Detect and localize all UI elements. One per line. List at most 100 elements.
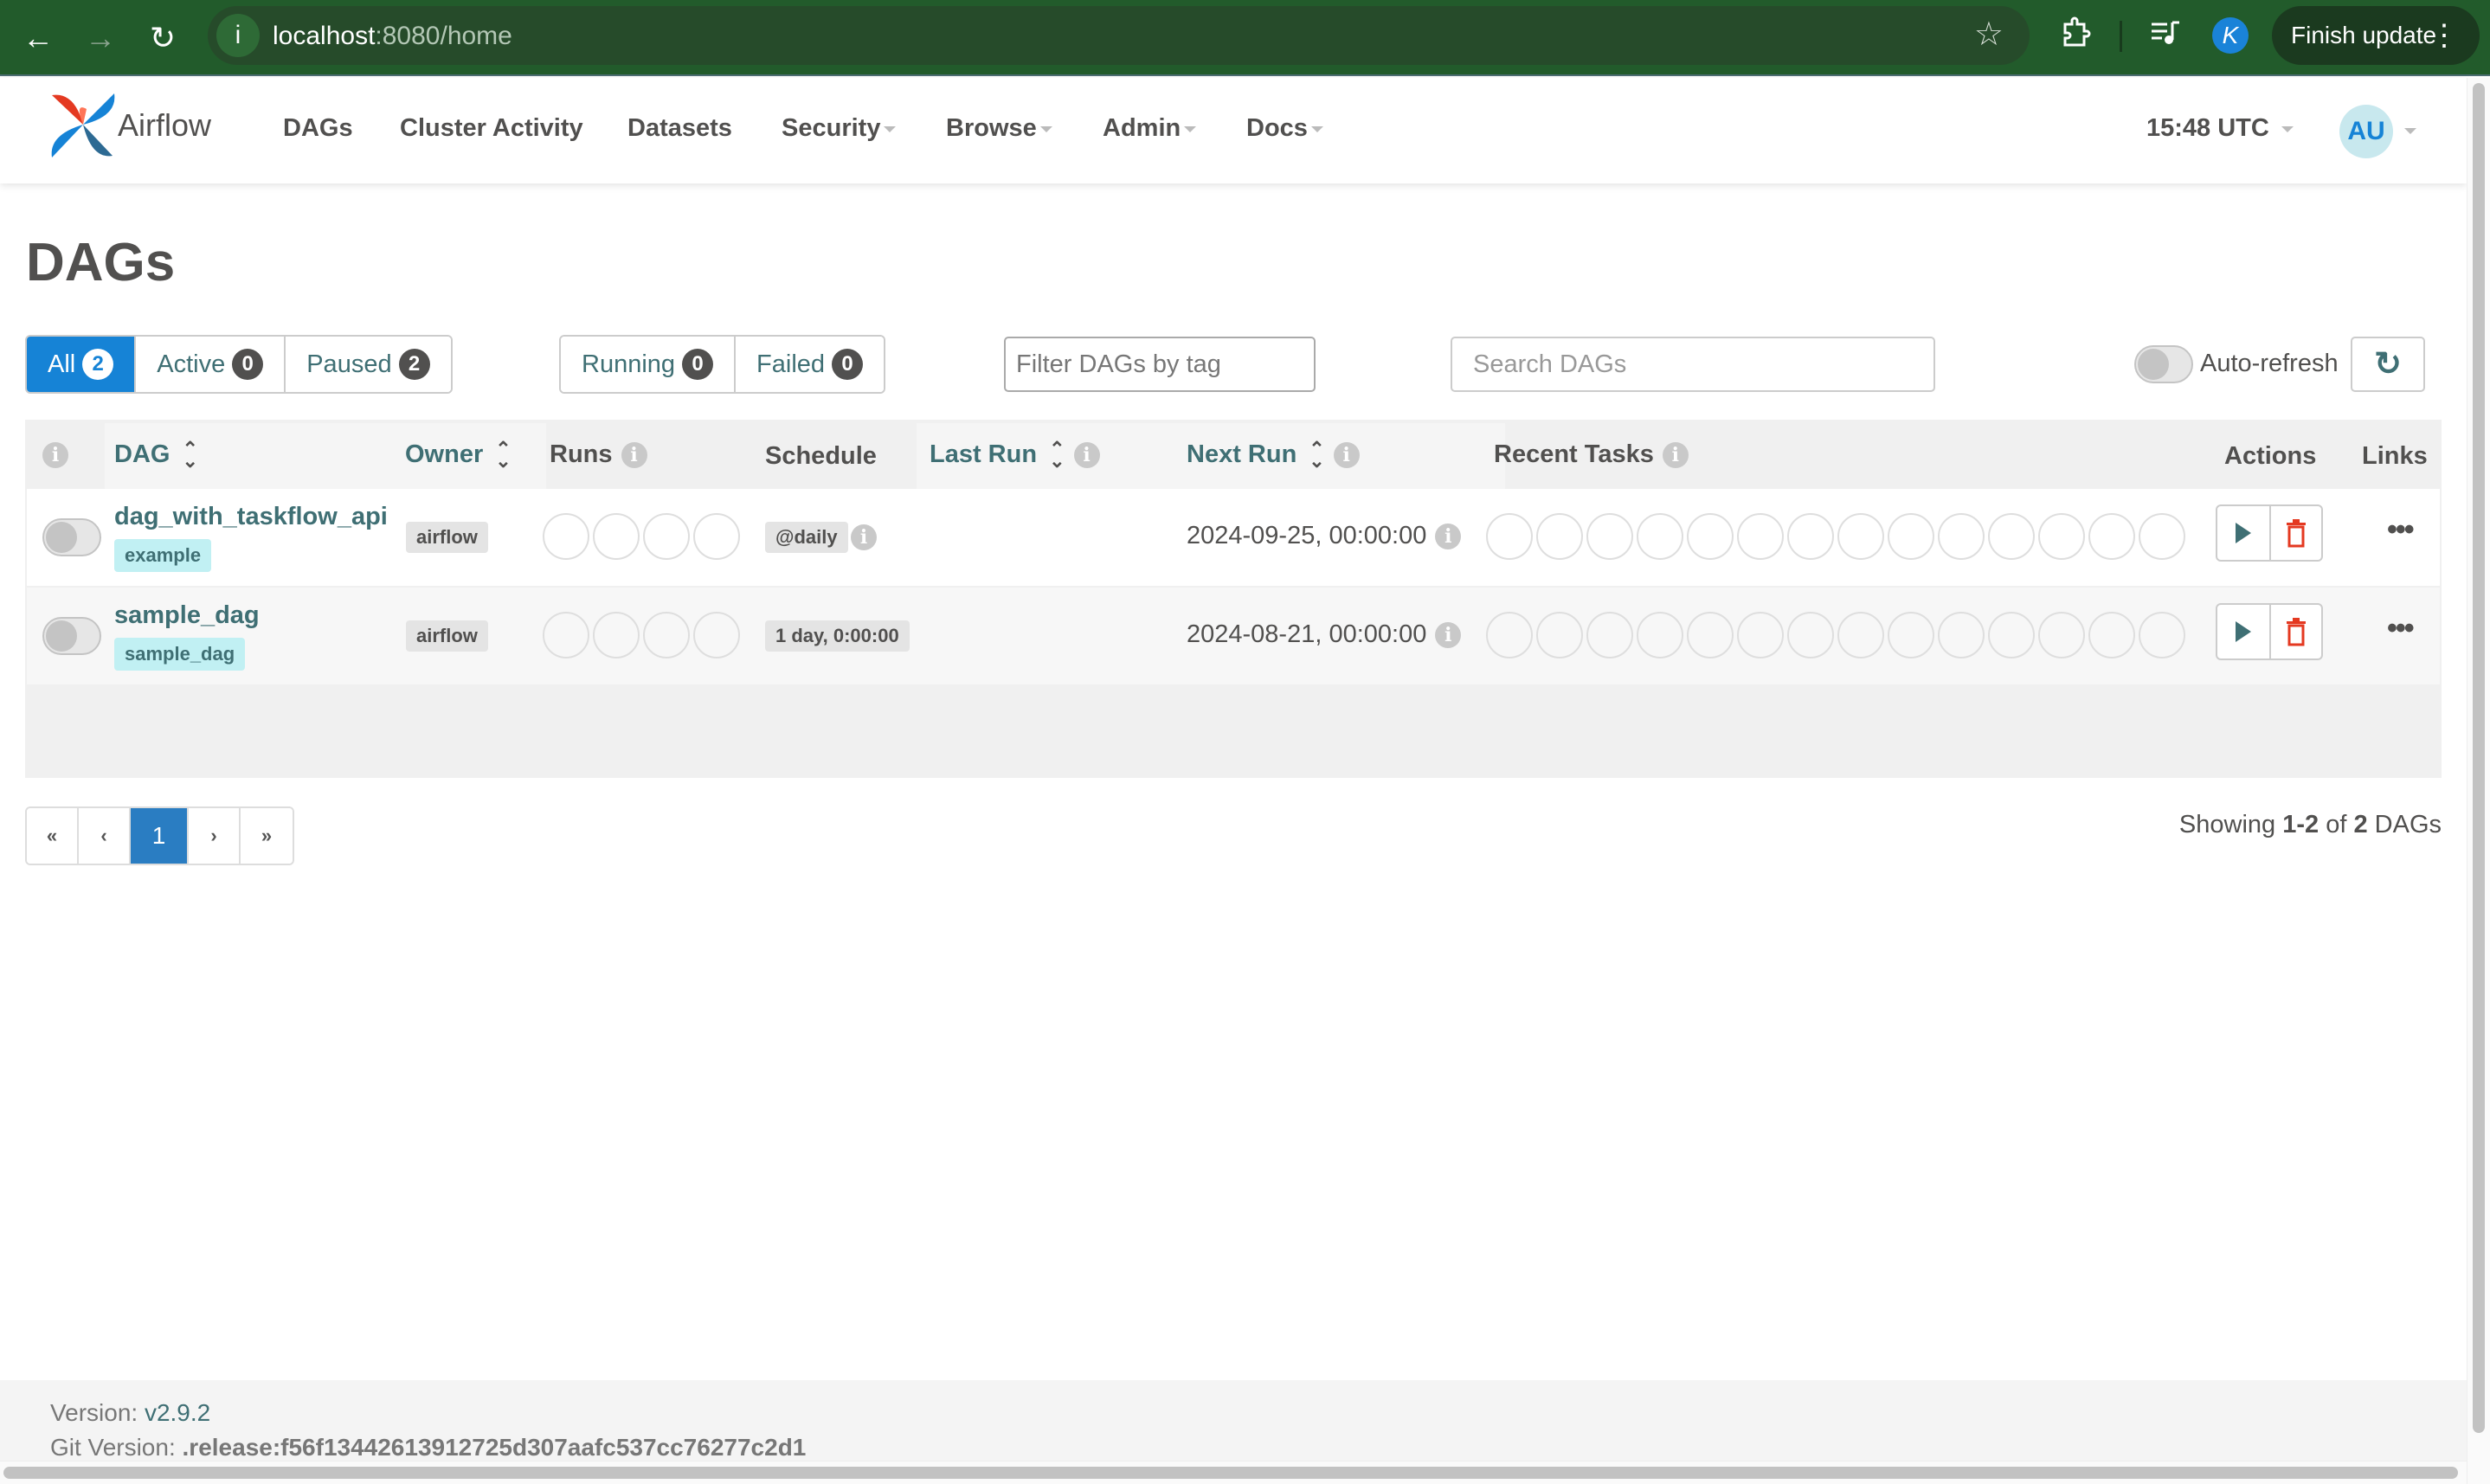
column-header-owner[interactable]: Owner ⌃ ⌄ <box>405 420 512 489</box>
task-status-circle[interactable] <box>1737 612 1784 658</box>
refresh-button[interactable]: ↻ <box>2351 337 2425 392</box>
dag-id-link[interactable]: sample_dag <box>114 601 260 630</box>
page-1-button[interactable]: 1 <box>131 808 189 864</box>
auto-refresh-toggle[interactable] <box>2134 345 2193 383</box>
run-status-circle[interactable] <box>543 513 589 560</box>
nav-datasets[interactable]: Datasets <box>627 114 732 143</box>
info-icon[interactable]: i <box>1435 524 1462 550</box>
pause-toggle[interactable] <box>42 617 101 655</box>
task-status-circle[interactable] <box>1988 513 2035 560</box>
info-icon[interactable]: i <box>1435 622 1462 649</box>
run-status-circle[interactable] <box>643 612 690 658</box>
info-icon[interactable]: i <box>1333 442 1360 469</box>
schedule-badge[interactable]: 1 day, 0:00:00 <box>765 620 910 652</box>
run-status-circle[interactable] <box>543 612 589 658</box>
dag-tag[interactable]: example <box>114 539 212 572</box>
search-dags-input[interactable]: Search DAGs <box>1451 337 1935 392</box>
filter-active-button[interactable]: Active 0 <box>136 337 286 392</box>
run-status-circle[interactable] <box>593 612 640 658</box>
nav-cluster-activity[interactable]: Cluster Activity <box>400 114 583 143</box>
task-status-circle[interactable] <box>1486 513 1533 560</box>
column-header-last-run[interactable]: Last Run ⌃ ⌄ i <box>930 420 1100 489</box>
reload-icon[interactable]: ↻ <box>140 16 185 61</box>
run-status-circle[interactable] <box>643 513 690 560</box>
task-status-circle[interactable] <box>1637 612 1683 658</box>
airflow-logo-icon[interactable] <box>48 92 118 159</box>
info-icon[interactable]: i <box>42 442 68 469</box>
links-menu-button[interactable]: ••• <box>2387 612 2415 646</box>
task-status-circle[interactable] <box>1536 612 1583 658</box>
task-status-circle[interactable] <box>1637 513 1683 560</box>
links-menu-button[interactable]: ••• <box>2387 513 2415 547</box>
info-icon[interactable]: i <box>1662 442 1689 469</box>
task-status-circle[interactable] <box>1787 612 1834 658</box>
first-page-button[interactable]: « <box>27 808 79 864</box>
prev-page-button[interactable]: ‹ <box>79 808 131 864</box>
column-header-next-run[interactable]: Next Run ⌃ ⌄ i <box>1187 420 1360 489</box>
task-status-circle[interactable] <box>2088 513 2135 560</box>
task-status-circle[interactable] <box>2139 612 2185 658</box>
back-icon[interactable]: ← <box>16 16 61 61</box>
task-status-circle[interactable] <box>1837 513 1884 560</box>
delete-dag-button[interactable] <box>2269 506 2321 560</box>
info-icon[interactable]: i <box>851 524 877 550</box>
profile-avatar[interactable]: K <box>2212 17 2249 54</box>
task-status-circle[interactable] <box>1687 513 1734 560</box>
task-status-circle[interactable] <box>1486 612 1533 658</box>
vertical-scrollbar-thumb[interactable] <box>2473 83 2485 1433</box>
user-menu-caret-icon[interactable] <box>2404 128 2416 134</box>
task-status-circle[interactable] <box>1938 612 1985 658</box>
next-page-button[interactable]: › <box>189 808 241 864</box>
url-text[interactable]: localhost:8080/home <box>273 22 512 51</box>
trigger-dag-button[interactable] <box>2217 605 2269 658</box>
owner-badge[interactable]: airflow <box>406 522 488 553</box>
brand-name[interactable]: Airflow <box>118 107 211 144</box>
task-status-circle[interactable] <box>2088 612 2135 658</box>
task-status-circle[interactable] <box>1888 513 1934 560</box>
task-status-circle[interactable] <box>1536 513 1583 560</box>
dag-id-link[interactable]: dag_with_taskflow_api <box>114 503 388 531</box>
nav-browse[interactable]: Browse <box>946 114 1052 143</box>
nav-security[interactable]: Security <box>782 114 897 143</box>
media-controls-icon[interactable] <box>2148 16 2183 58</box>
version-link[interactable]: v2.9.2 <box>145 1399 210 1426</box>
task-status-circle[interactable] <box>1586 513 1633 560</box>
pause-toggle[interactable] <box>42 518 101 556</box>
filter-all-button[interactable]: All 2 <box>27 337 137 392</box>
vertical-scrollbar[interactable] <box>2467 78 2490 1484</box>
task-status-circle[interactable] <box>1938 513 1985 560</box>
user-avatar[interactable]: AU <box>2339 105 2393 158</box>
column-header-dag[interactable]: DAG ⌃ ⌄ <box>114 420 198 489</box>
finish-update-button[interactable]: Finish update ⋮ <box>2272 6 2480 65</box>
nav-docs[interactable]: Docs <box>1246 114 1323 143</box>
trigger-dag-button[interactable] <box>2217 506 2269 560</box>
horizontal-scrollbar-thumb[interactable] <box>3 1467 2458 1479</box>
extensions-icon[interactable] <box>2058 16 2093 58</box>
horizontal-scrollbar[interactable] <box>0 1461 2467 1484</box>
last-page-button[interactable]: » <box>241 808 293 864</box>
filter-running-button[interactable]: Running 0 <box>561 337 737 392</box>
task-status-circle[interactable] <box>1687 612 1734 658</box>
filter-paused-button[interactable]: Paused 2 <box>286 337 451 392</box>
run-status-circle[interactable] <box>593 513 640 560</box>
bookmark-star-icon[interactable]: ☆ <box>1974 15 2004 54</box>
schedule-badge[interactable]: @daily <box>765 522 848 553</box>
task-status-circle[interactable] <box>2139 513 2185 560</box>
nav-dags[interactable]: DAGs <box>283 114 353 143</box>
owner-badge[interactable]: airflow <box>406 620 488 652</box>
info-icon[interactable]: i <box>621 442 647 469</box>
task-status-circle[interactable] <box>1586 612 1633 658</box>
info-icon[interactable]: i <box>1073 442 1100 469</box>
dag-tag[interactable]: sample_dag <box>114 638 246 671</box>
nav-admin[interactable]: Admin <box>1103 114 1197 143</box>
task-status-circle[interactable] <box>2038 612 2085 658</box>
clock-dropdown[interactable]: 15:48 UTC <box>2146 114 2294 143</box>
run-status-circle[interactable] <box>693 513 740 560</box>
task-status-circle[interactable] <box>1988 612 2035 658</box>
task-status-circle[interactable] <box>2038 513 2085 560</box>
filter-failed-button[interactable]: Failed 0 <box>736 337 885 392</box>
run-status-circle[interactable] <box>693 612 740 658</box>
address-bar[interactable]: i localhost:8080/home ☆ <box>208 6 2030 65</box>
tag-filter-input[interactable]: Filter DAGs by tag <box>1004 337 1316 392</box>
task-status-circle[interactable] <box>1737 513 1784 560</box>
